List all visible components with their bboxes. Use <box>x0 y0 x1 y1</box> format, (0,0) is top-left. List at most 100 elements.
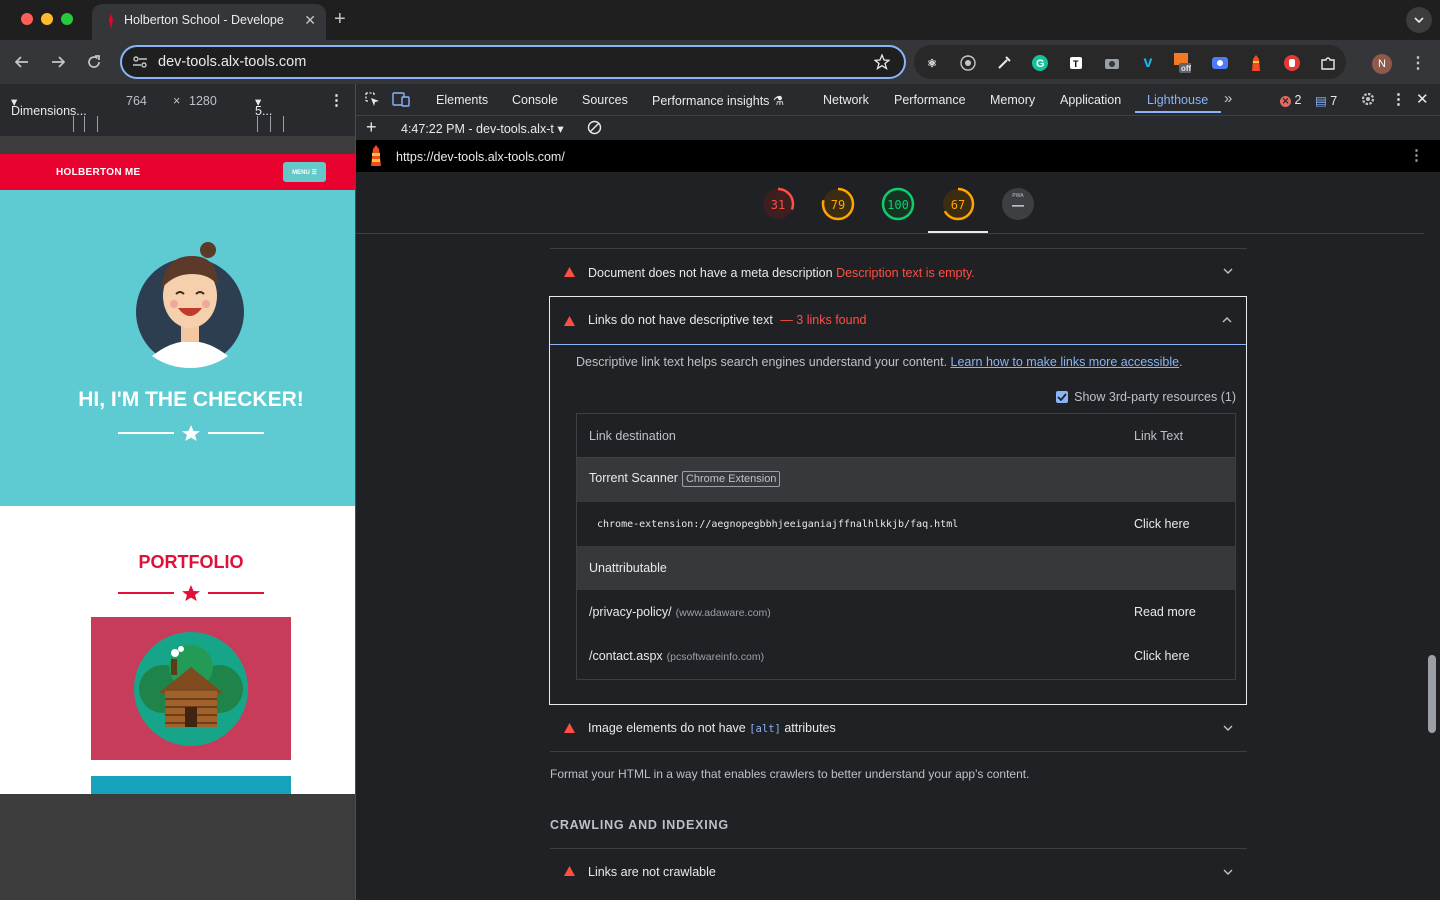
learn-more-link[interactable]: Learn how to make links more accessible <box>951 355 1180 369</box>
audit-crawlable-links-title: Links are not crawlable <box>588 865 716 879</box>
window-close-button[interactable] <box>21 13 33 25</box>
tab-performance[interactable]: Performance <box>894 93 966 107</box>
table-group-row: Torrent Scanner Chrome Extension <box>577 458 1235 502</box>
tab-performance-insights[interactable]: Performance insights ⚗ <box>652 93 784 108</box>
audit-title-text: Image elements do not have <box>588 721 746 735</box>
portfolio-card-cabin[interactable] <box>91 617 291 760</box>
group-unattributable: Unattributable <box>589 561 667 575</box>
report-selector[interactable]: 4:47:22 PM - dev-tools.alx-t ▾ <box>401 121 564 136</box>
camera-icon[interactable] <box>1103 54 1121 72</box>
lighthouse-ext-icon[interactable] <box>1247 54 1265 72</box>
vimeo-icon[interactable]: v <box>1139 54 1157 72</box>
device-select[interactable]: Dimensions... ▾ <box>11 94 87 118</box>
report-scrollbar-track <box>1424 172 1440 900</box>
clear-reports-icon[interactable] <box>587 120 602 135</box>
audit-crawlable-links[interactable]: Links are not crawlable <box>550 850 1247 896</box>
bookmark-star-icon[interactable] <box>874 54 890 70</box>
tab-sources[interactable]: Sources <box>582 93 628 107</box>
chrome-menu-icon[interactable]: ⋮ <box>1410 53 1426 73</box>
message-count-badge[interactable]: ▤ 7 <box>1315 93 1337 108</box>
audit-title-text: Links do not have descriptive text <box>588 313 773 327</box>
audit-meta-description[interactable]: Document does not have a meta descriptio… <box>550 250 1247 296</box>
error-icon: ✕ <box>1280 96 1291 107</box>
link-destination[interactable]: /privacy-policy/(www.adaware.com) <box>589 605 771 619</box>
zoom-select[interactable]: 5... ▾ <box>255 94 272 118</box>
grammarly-icon[interactable]: G <box>1031 54 1049 72</box>
reload-icon <box>88 55 100 68</box>
report-tools-icon[interactable]: ⋮ <box>1409 146 1424 164</box>
message-count: 7 <box>1330 94 1338 108</box>
report-url[interactable]: https://dev-tools.alx-tools.com/ <box>396 150 565 164</box>
tab-memory[interactable]: Memory <box>990 93 1035 107</box>
back-button[interactable] <box>10 50 34 74</box>
viewport-height-input[interactable]: 1280 <box>189 94 217 108</box>
arrow-right-icon <box>52 56 66 68</box>
link-host: (pcsoftwareinfo.com) <box>666 651 765 663</box>
record-extension-icon[interactable] <box>959 54 977 72</box>
window-zoom-button[interactable] <box>61 13 73 25</box>
address-bar[interactable]: dev-tools.alx-tools.com <box>120 45 906 79</box>
tab-close-icon[interactable]: ✕ <box>304 12 316 29</box>
viewport-width-input[interactable]: 764 <box>126 94 147 108</box>
audit-image-alt[interactable]: Image elements do not have [alt] attribu… <box>550 706 1247 752</box>
stop-hand-icon[interactable] <box>1283 54 1301 72</box>
pwa-value: — <box>1012 198 1024 212</box>
report-scrollbar-thumb[interactable] <box>1428 655 1436 733</box>
link-path: /privacy-policy/ <box>589 605 672 619</box>
react-devtools-icon[interactable]: ⚛ <box>923 54 941 72</box>
screen-capture-icon[interactable] <box>1211 54 1229 72</box>
error-count-badge[interactable]: ✕ 2 <box>1280 93 1301 107</box>
portfolio-card-second[interactable] <box>91 776 291 794</box>
new-tab-icon[interactable]: + <box>334 8 346 30</box>
extensions-puzzle-icon[interactable] <box>1319 54 1337 72</box>
browser-tab-active[interactable]: Holberton School - Develope ✕ <box>92 4 326 40</box>
window-minimize-button[interactable] <box>41 13 53 25</box>
score-accessibility: 79 <box>830 198 846 212</box>
audit-link-text-header[interactable]: Links do not have descriptive text — 3 l… <box>550 297 1246 344</box>
devtools-more-icon[interactable]: ⋮ <box>1391 90 1406 108</box>
tab-console[interactable]: Console <box>512 93 558 107</box>
seo-group-description: Format your HTML in a way that enables c… <box>550 767 1030 781</box>
alt-code: [alt] <box>749 723 781 735</box>
svg-text:T: T <box>1073 59 1079 69</box>
table-header-row: Link destination Link Text <box>577 414 1235 458</box>
audit-detail-text: — 3 links found <box>780 313 867 327</box>
emulated-page: HOLBERTON ME MENU ☰ HI, I'M THE CHECKER!… <box>0 154 355 794</box>
flask-icon: ⚗ <box>772 94 785 108</box>
device-more-icon[interactable]: ⋮ <box>329 91 344 109</box>
device-toggle-icon[interactable] <box>392 91 410 107</box>
off-extension-icon[interactable]: off <box>1173 53 1191 73</box>
chevron-down-icon <box>1223 725 1233 731</box>
table-row: /privacy-policy/(www.adaware.com) Read m… <box>577 590 1235 634</box>
audit-image-alt-title: Image elements do not have [alt] attribu… <box>588 721 836 735</box>
more-tabs-icon[interactable]: » <box>1224 90 1232 107</box>
col-link-text: Link Text <box>1134 429 1184 443</box>
link-destination[interactable]: /contact.aspx (pcsoftwareinfo.com) <box>589 649 764 663</box>
tab-title: Holberton School - Develope <box>124 13 284 27</box>
lighthouse-report-header: https://dev-tools.alx-tools.com/ ⋮ <box>356 140 1440 172</box>
new-report-icon[interactable]: + <box>366 117 377 138</box>
tab-application[interactable]: Application <box>1060 93 1121 107</box>
devtools-close-icon[interactable]: ✕ <box>1416 90 1429 108</box>
device-toolbar: Dimensions... ▾ 764 × 1280 5... ▾ ⋮ <box>0 84 356 118</box>
notion-clipper-icon[interactable]: T <box>1067 54 1085 72</box>
lighthouse-report: 31 79 100 67 PWA — Document does not hav… <box>356 172 1424 900</box>
audit-detail-text: Description text is empty. <box>836 266 975 280</box>
profile-avatar[interactable]: N <box>1372 54 1392 74</box>
devtools-settings-icon[interactable] <box>1360 91 1376 107</box>
tab-search-button[interactable] <box>1406 7 1432 33</box>
forward-button[interactable] <box>46 50 70 74</box>
site-info-icon[interactable] <box>132 55 148 69</box>
tab-elements[interactable]: Elements <box>436 93 488 107</box>
site-menu-button[interactable]: MENU ☰ <box>283 162 326 182</box>
inspect-element-icon[interactable] <box>364 91 380 107</box>
site-brand[interactable]: HOLBERTON ME <box>56 167 141 178</box>
tab-network[interactable]: Network <box>823 93 869 107</box>
reload-button[interactable] <box>82 50 106 74</box>
col-link-destination: Link destination <box>589 429 676 443</box>
link-destination[interactable]: chrome-extension://aegnopegbbhjeeiganiaj… <box>597 519 958 530</box>
color-picker-icon[interactable] <box>995 54 1013 72</box>
tab-lighthouse[interactable]: Lighthouse <box>1147 93 1208 107</box>
table-row: /contact.aspx (pcsoftwareinfo.com) Click … <box>577 634 1235 678</box>
show-third-party-checkbox[interactable]: Show 3rd-party resources (1) <box>1056 390 1236 404</box>
